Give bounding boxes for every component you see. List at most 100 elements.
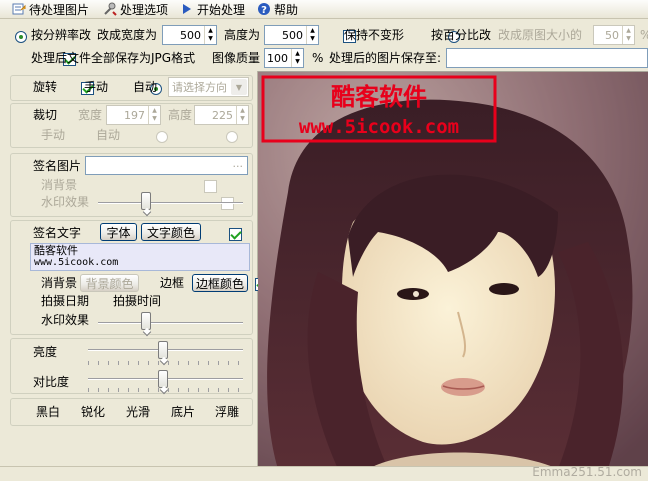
- toolbar-help[interactable]: ? 帮助: [257, 0, 298, 18]
- text-color-button[interactable]: 文字颜色: [141, 223, 201, 241]
- font-button-label: 字体: [106, 225, 131, 240]
- save-to-label: 处理后的图片保存至:: [329, 51, 442, 65]
- sign-text-remove-bg-label: 消背景: [41, 276, 78, 290]
- effect-negative-label: 底片: [171, 405, 196, 419]
- spinner-arrows-icon[interactable]: ▲ ▼: [622, 26, 634, 44]
- sign-text-watermark-label: 水印效果: [41, 313, 90, 327]
- crop-width-value: 197: [124, 108, 145, 122]
- border-color-button[interactable]: 边框颜色: [192, 274, 248, 292]
- height-spinner[interactable]: 500 ▲ ▼: [264, 25, 319, 45]
- overlay-line1: 酷客软件: [331, 83, 427, 111]
- toolbar-start-label: 开始处理: [197, 2, 246, 17]
- help-icon: ?: [258, 3, 270, 16]
- crop-height-value: 225: [212, 108, 233, 122]
- effect-bw-label: 黑白: [36, 405, 61, 419]
- preview-panel: 酷客软件 www.5icook.com: [258, 71, 648, 468]
- sign-image-watermark-slider[interactable]: [141, 192, 151, 210]
- browse-button[interactable]: ...: [233, 157, 244, 170]
- save-to-input[interactable]: [446, 48, 648, 68]
- border-color-button-label: 边框颜色: [195, 276, 244, 291]
- chevron-down-icon[interactable]: ▼: [231, 79, 247, 95]
- height-label: 高度为: [224, 28, 261, 42]
- border-label: 边框: [160, 276, 185, 290]
- folder-icon: [12, 3, 26, 15]
- rotate-manual-label: 手动: [84, 80, 109, 94]
- percent-label: 改成原图大小的: [498, 28, 583, 42]
- toolbar-open-images-label: 待处理图片: [29, 2, 90, 17]
- crop-height-label: 高度: [168, 108, 193, 122]
- tools-icon: [104, 2, 117, 16]
- toolbar: 待处理图片 处理选项 开始处理 ? 帮助: [0, 0, 648, 19]
- rotate-auto-label: 自动: [133, 80, 158, 94]
- quality-spinner[interactable]: 100 ▲ ▼: [264, 48, 304, 68]
- quality-value: 100: [267, 51, 288, 65]
- quality-unit: %: [312, 51, 324, 65]
- by-resolution-label: 按分辨率改: [31, 28, 92, 42]
- keep-ratio-label: 保持不变形: [344, 28, 405, 42]
- shoot-date-label: 拍摄日期: [41, 294, 90, 308]
- spinner-arrows-icon[interactable]: ▲ ▼: [236, 106, 248, 124]
- shoot-time-label: 拍摄时间: [113, 294, 162, 308]
- play-icon: [183, 4, 191, 14]
- effect-sharpen-label: 锐化: [81, 405, 106, 419]
- change-width-label: 改成宽度为: [97, 28, 158, 42]
- site-watermark: Emma251.51.com: [532, 465, 642, 479]
- crop-width-label: 宽度: [78, 108, 103, 122]
- rotate-direction-value: 请选择方向: [172, 81, 227, 94]
- crop-width-spinner[interactable]: 197 ▲ ▼: [106, 105, 161, 125]
- spinner-arrows-icon[interactable]: ▲ ▼: [148, 106, 160, 124]
- percent-spinner[interactable]: 50 ▲ ▼: [593, 25, 635, 45]
- height-value: 500: [282, 28, 303, 42]
- save-jpg-label: 处理后文件全部保存为JPG格式: [31, 51, 196, 65]
- preview-photo: 酷客软件 www.5icook.com: [258, 72, 648, 468]
- spinner-arrows-icon[interactable]: ▲ ▼: [306, 26, 318, 44]
- toolbar-help-label: 帮助: [274, 2, 299, 17]
- sign-text-label: 签名文字: [33, 226, 82, 240]
- sign-text-input[interactable]: 酷客软件 www.5icook.com: [30, 243, 250, 271]
- percent-unit: %: [640, 28, 648, 42]
- percent-value: 50: [605, 28, 619, 42]
- by-percent-label: 按百分比改: [431, 28, 492, 42]
- toolbar-open-images[interactable]: 待处理图片: [12, 0, 89, 18]
- text-color-button-label: 文字颜色: [146, 225, 195, 240]
- by-resolution-radio[interactable]: [15, 30, 27, 43]
- sign-text-checkbox[interactable]: [228, 228, 242, 241]
- sign-image-watermark-label: 水印效果: [41, 195, 90, 209]
- toolbar-options-label: 处理选项: [120, 2, 169, 17]
- crop-auto-label: 自动: [96, 128, 121, 142]
- sign-text-line1: 酷客软件: [34, 244, 78, 257]
- effect-smooth-label: 光滑: [126, 405, 151, 419]
- width-value: 500: [180, 28, 201, 42]
- contrast-label: 对比度: [33, 375, 70, 389]
- spinner-arrows-icon[interactable]: ▲ ▼: [204, 26, 216, 44]
- toolbar-options[interactable]: 处理选项: [103, 0, 168, 18]
- sign-image-remove-bg-label: 消背景: [41, 178, 78, 192]
- sign-image-watermark-track: [98, 202, 243, 204]
- crop-height-spinner[interactable]: 225 ▲ ▼: [194, 105, 249, 125]
- sign-text-watermark-track: [98, 322, 243, 324]
- crop-auto-radio[interactable]: [226, 130, 239, 143]
- sign-image-label: 签名图片: [33, 159, 82, 173]
- rotate-direction-select[interactable]: 请选择方向 ▼: [168, 77, 249, 97]
- spinner-arrows-icon[interactable]: ▲ ▼: [291, 49, 303, 67]
- sign-text-watermark-slider[interactable]: [141, 312, 151, 330]
- font-button[interactable]: 字体: [100, 223, 137, 241]
- bg-color-button-label: 背景颜色: [85, 276, 134, 291]
- quality-label: 图像质量: [212, 51, 261, 65]
- contrast-slider[interactable]: [158, 370, 168, 388]
- toolbar-start[interactable]: 开始处理: [180, 0, 245, 18]
- sign-image-remove-bg-checkbox[interactable]: [204, 180, 218, 193]
- svg-text:?: ?: [261, 5, 267, 16]
- bg-color-button[interactable]: 背景颜色: [80, 274, 139, 292]
- brightness-slider[interactable]: [158, 341, 168, 359]
- width-spinner[interactable]: 500 ▲ ▼: [162, 25, 217, 45]
- crop-manual-label: 手动: [41, 128, 66, 142]
- sign-text-line2: www.5icook.com: [34, 257, 119, 268]
- effect-emboss-label: 浮雕: [215, 405, 240, 419]
- crop-manual-radio[interactable]: [155, 130, 168, 143]
- brightness-label: 亮度: [33, 345, 58, 359]
- overlay-line2: www.5icook.com: [299, 116, 459, 138]
- sign-image-path-input[interactable]: ...: [85, 156, 248, 175]
- rotate-label: 旋转: [33, 80, 58, 94]
- crop-label: 裁切: [33, 108, 58, 122]
